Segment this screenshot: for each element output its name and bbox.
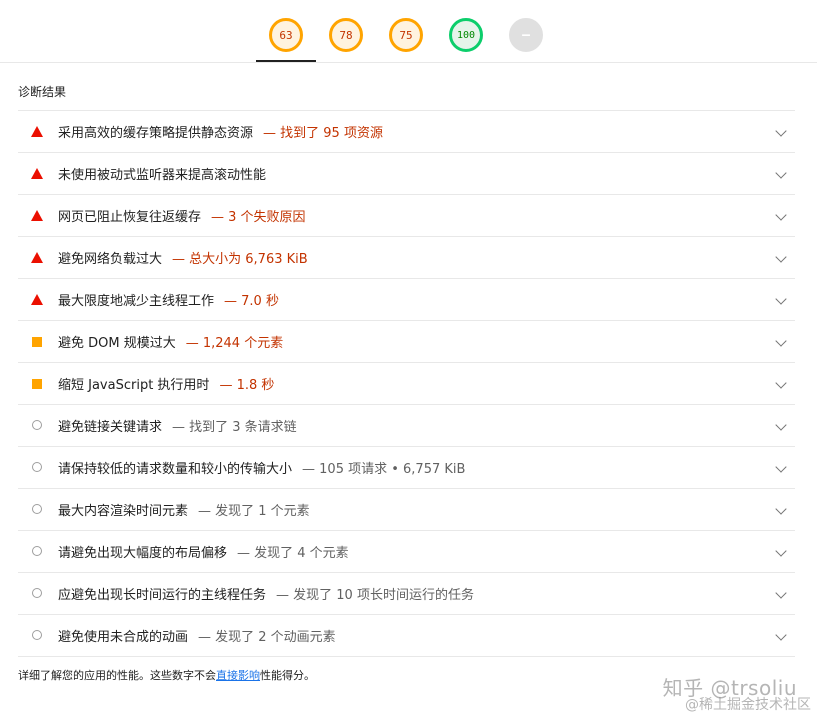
- audit-title: 避免链接关键请求 — 找到了 3 条请求链: [58, 416, 297, 435]
- active-gauge-underline: [256, 60, 316, 62]
- chevron-down-icon[interactable]: [775, 461, 787, 473]
- audit-detail: — 找到了 95 项资源: [263, 126, 383, 141]
- section-title: 诊断结果: [18, 85, 67, 99]
- footer-link[interactable]: 直接影响: [216, 669, 260, 682]
- audit-title: 采用高效的缓存策略提供静态资源 — 找到了 95 项资源: [58, 122, 383, 141]
- chevron-down-icon[interactable]: [775, 125, 787, 137]
- audit-list: 采用高效的缓存策略提供静态资源 — 找到了 95 项资源未使用被动式监听器来提高滚…: [18, 110, 795, 657]
- audit-row[interactable]: 请避免出现大幅度的布局偏移 — 发现了 4 个元素: [18, 531, 795, 573]
- fail-triangle-icon: [31, 252, 43, 263]
- fail-triangle-icon: [31, 168, 43, 179]
- fail-triangle-icon: [31, 126, 43, 137]
- fail-triangle-icon: [31, 294, 43, 305]
- audit-title: 避免使用未合成的动画 — 发现了 2 个动画元素: [58, 626, 336, 645]
- audit-title: 网页已阻止恢复往返缓存 — 3 个失败原因: [58, 206, 306, 225]
- audit-detail: — 发现了 2 个动画元素: [198, 630, 336, 645]
- audit-title: 请保持较低的请求数量和较小的传输大小 — 105 项请求 • 6,757 KiB: [58, 458, 465, 477]
- footer-text-after: 性能得分。: [260, 669, 315, 682]
- audit-title: 避免网络负载过大 — 总大小为 6,763 KiB: [58, 248, 308, 267]
- info-circle-icon: [32, 462, 42, 472]
- score-gauge-pwa[interactable]: –: [509, 18, 543, 52]
- audit-title: 最大限度地减少主线程工作 — 7.0 秒: [58, 290, 279, 309]
- chevron-down-icon[interactable]: [775, 545, 787, 557]
- audit-title-text: 请保持较低的请求数量和较小的传输大小: [58, 462, 293, 477]
- audit-title-text: 网页已阻止恢复往返缓存: [58, 210, 202, 225]
- audit-detail: — 找到了 3 条请求链: [172, 420, 297, 435]
- chevron-down-icon[interactable]: [775, 293, 787, 305]
- chevron-down-icon[interactable]: [775, 419, 787, 431]
- audit-detail: — 发现了 4 个元素: [237, 546, 349, 561]
- audit-row[interactable]: 未使用被动式监听器来提高滚动性能: [18, 153, 795, 195]
- average-square-icon: [32, 379, 42, 389]
- chevron-down-icon[interactable]: [775, 251, 787, 263]
- audit-title: 请避免出现大幅度的布局偏移 — 发现了 4 个元素: [58, 542, 349, 561]
- audit-detail: — 总大小为 6,763 KiB: [172, 252, 308, 267]
- fail-triangle-icon: [31, 210, 43, 221]
- audit-detail: — 3 个失败原因: [211, 210, 306, 225]
- audit-row[interactable]: 缩短 JavaScript 执行用时 — 1.8 秒: [18, 363, 795, 405]
- audit-title-text: 缩短 JavaScript 执行用时: [58, 378, 210, 393]
- chevron-down-icon[interactable]: [775, 587, 787, 599]
- info-circle-icon: [32, 630, 42, 640]
- chevron-down-icon[interactable]: [775, 377, 787, 389]
- score-gauge-performance[interactable]: 63: [269, 18, 303, 52]
- audit-title-text: 避免网络负载过大: [58, 252, 163, 267]
- audit-row[interactable]: 网页已阻止恢复往返缓存 — 3 个失败原因: [18, 195, 795, 237]
- info-circle-icon: [32, 504, 42, 514]
- audit-title: 应避免出现长时间运行的主线程任务 — 发现了 10 项长时间运行的任务: [58, 584, 474, 603]
- audit-title-text: 请避免出现大幅度的布局偏移: [58, 546, 228, 561]
- chevron-down-icon[interactable]: [775, 335, 787, 347]
- info-circle-icon: [32, 420, 42, 430]
- audit-row[interactable]: 应避免出现长时间运行的主线程任务 — 发现了 10 项长时间运行的任务: [18, 573, 795, 615]
- watermark-juejin: @稀土掘金技术社区: [685, 697, 811, 713]
- audit-detail: — 1,244 个元素: [185, 336, 284, 351]
- audit-row[interactable]: 最大限度地减少主线程工作 — 7.0 秒: [18, 279, 795, 321]
- audit-row[interactable]: 请保持较低的请求数量和较小的传输大小 — 105 项请求 • 6,757 KiB: [18, 447, 795, 489]
- audit-title-text: 最大内容渲染时间元素: [58, 504, 189, 519]
- footer-text-before: 详细了解您的应用的性能。这些数字不会: [18, 669, 216, 682]
- audit-row[interactable]: 最大内容渲染时间元素 — 发现了 1 个元素: [18, 489, 795, 531]
- audit-title: 最大内容渲染时间元素 — 发现了 1 个元素: [58, 500, 310, 519]
- chevron-down-icon[interactable]: [775, 629, 787, 641]
- info-circle-icon: [32, 546, 42, 556]
- chevron-down-icon[interactable]: [775, 503, 787, 515]
- audit-title-text: 应避免出现长时间运行的主线程任务: [58, 588, 267, 603]
- audit-title-text: 避免使用未合成的动画: [58, 630, 189, 645]
- audit-detail: — 105 项请求 • 6,757 KiB: [302, 462, 466, 477]
- score-gauge-bar: 63 78 75 100 –: [0, 0, 817, 63]
- score-gauge-best-practices[interactable]: 75: [389, 18, 423, 52]
- audit-title-text: 未使用被动式监听器来提高滚动性能: [58, 168, 267, 183]
- audit-detail: — 发现了 10 项长时间运行的任务: [276, 588, 474, 603]
- audit-detail: — 发现了 1 个元素: [198, 504, 310, 519]
- audit-row[interactable]: 避免使用未合成的动画 — 发现了 2 个动画元素: [18, 615, 795, 657]
- audit-detail: — 7.0 秒: [224, 294, 279, 309]
- audit-row[interactable]: 避免 DOM 规模过大 — 1,244 个元素: [18, 321, 795, 363]
- audit-row[interactable]: 避免链接关键请求 — 找到了 3 条请求链: [18, 405, 795, 447]
- audit-row[interactable]: 避免网络负载过大 — 总大小为 6,763 KiB: [18, 237, 795, 279]
- audit-title: 缩短 JavaScript 执行用时 — 1.8 秒: [58, 374, 274, 393]
- audit-title-text: 避免 DOM 规模过大: [58, 336, 176, 351]
- audit-title: 未使用被动式监听器来提高滚动性能: [58, 164, 276, 183]
- audit-detail: — 1.8 秒: [219, 378, 275, 393]
- audit-row[interactable]: 采用高效的缓存策略提供静态资源 — 找到了 95 项资源: [18, 111, 795, 153]
- footer-note: 详细了解您的应用的性能。这些数字不会直接影响性能得分。: [18, 667, 315, 683]
- score-gauge-accessibility[interactable]: 78: [329, 18, 363, 52]
- chevron-down-icon[interactable]: [775, 209, 787, 221]
- info-circle-icon: [32, 588, 42, 598]
- score-gauge-seo[interactable]: 100: [449, 18, 483, 52]
- chevron-down-icon[interactable]: [775, 167, 787, 179]
- audit-title-text: 避免链接关键请求: [58, 420, 163, 435]
- audit-title: 避免 DOM 规模过大 — 1,244 个元素: [58, 332, 283, 351]
- audit-title-text: 采用高效的缓存策略提供静态资源: [58, 126, 254, 141]
- audit-title-text: 最大限度地减少主线程工作: [58, 294, 215, 309]
- average-square-icon: [32, 337, 42, 347]
